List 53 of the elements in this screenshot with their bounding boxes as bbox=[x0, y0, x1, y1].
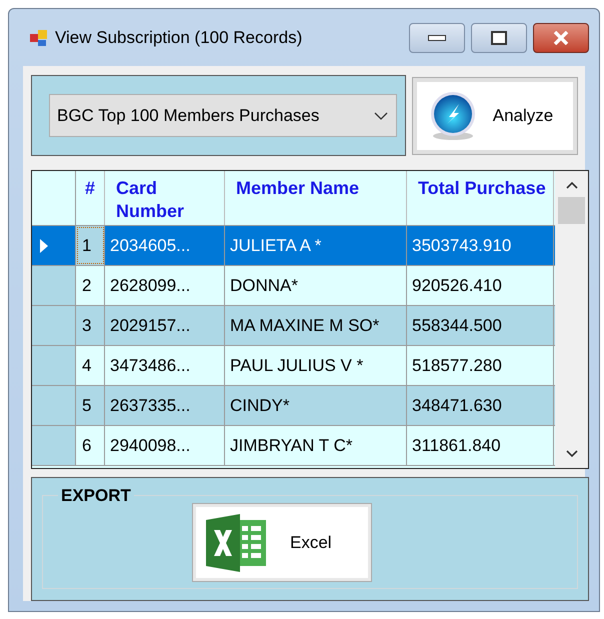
scroll-thumb[interactable] bbox=[558, 197, 585, 224]
table-cell: 3 bbox=[76, 306, 105, 345]
report-dropdown[interactable]: BGC Top 100 Members Purchases bbox=[49, 94, 397, 137]
column-header[interactable]: Total Purchase bbox=[407, 171, 554, 225]
table-cell: 2 bbox=[76, 266, 105, 305]
table-cell: 3503743.910 bbox=[407, 226, 554, 265]
table-cell: 5 bbox=[76, 386, 105, 425]
maximize-icon bbox=[491, 30, 507, 44]
table-cell: 6 bbox=[76, 426, 105, 465]
minimize-button[interactable] bbox=[409, 22, 465, 52]
column-header[interactable]: # bbox=[76, 171, 105, 225]
table-cell: 348471.630 bbox=[407, 386, 554, 425]
table-cell: 518577.280 bbox=[407, 346, 554, 385]
scroll-up-icon bbox=[566, 181, 578, 189]
maximize-button[interactable] bbox=[471, 22, 527, 52]
close-icon bbox=[553, 30, 569, 44]
table-row[interactable]: 6 2940098... JIMBRYAN T C* 311861.840 bbox=[32, 426, 555, 466]
window-title: View Subscription (100 Records) bbox=[55, 26, 302, 49]
close-button[interactable] bbox=[533, 22, 589, 52]
chevron-down-icon bbox=[374, 112, 388, 120]
table-cell: 2628099... bbox=[105, 266, 225, 305]
scroll-down-icon bbox=[566, 450, 578, 458]
table-cell: PAUL JULIUS V * bbox=[225, 346, 407, 385]
column-header[interactable]: Member Name bbox=[225, 171, 407, 225]
minimize-icon bbox=[428, 34, 446, 40]
table-cell: 2940098... bbox=[105, 426, 225, 465]
table-cell: JULIETA A * bbox=[225, 226, 407, 265]
column-header[interactable]: Card Number bbox=[105, 171, 225, 225]
table-cell: MA MAXINE M SO* bbox=[225, 306, 407, 345]
analyze-button[interactable]: Analyze bbox=[412, 78, 577, 154]
table-cell: DONNA* bbox=[225, 266, 407, 305]
table-row[interactable]: 1 2034605... JULIETA A * 3503743.910 bbox=[32, 226, 555, 266]
table-cell: 2637335... bbox=[105, 386, 225, 425]
table-cell: 920526.410 bbox=[407, 266, 554, 305]
table-row[interactable]: 4 3473486... PAUL JULIUS V * 518577.280 bbox=[32, 346, 555, 386]
table-cell: JIMBRYAN T C* bbox=[225, 426, 407, 465]
scrollbar[interactable] bbox=[555, 171, 588, 468]
table-cell: CINDY* bbox=[225, 386, 407, 425]
table-cell: 2034605... bbox=[105, 226, 225, 265]
table-cell: 311861.840 bbox=[407, 426, 554, 465]
table-cell: 1 bbox=[76, 226, 105, 265]
table-cell: 3473486... bbox=[105, 346, 225, 385]
current-row-icon bbox=[40, 238, 48, 252]
table-row[interactable]: 5 2637335... CINDY* 348471.630 bbox=[32, 386, 555, 426]
table-cell: 4 bbox=[76, 346, 105, 385]
spreadsheet-icon bbox=[206, 514, 268, 572]
excel-button[interactable]: Excel bbox=[193, 504, 371, 581]
table-cell: 2029157... bbox=[105, 306, 225, 345]
lightning-orb-icon bbox=[428, 90, 477, 142]
app-icon bbox=[29, 28, 49, 48]
table-row[interactable]: 3 2029157... MA MAXINE M SO* 558344.500 bbox=[32, 306, 555, 346]
table-row[interactable]: 2 2628099... DONNA* 920526.410 bbox=[32, 266, 555, 306]
table-cell: 558344.500 bbox=[407, 306, 554, 345]
